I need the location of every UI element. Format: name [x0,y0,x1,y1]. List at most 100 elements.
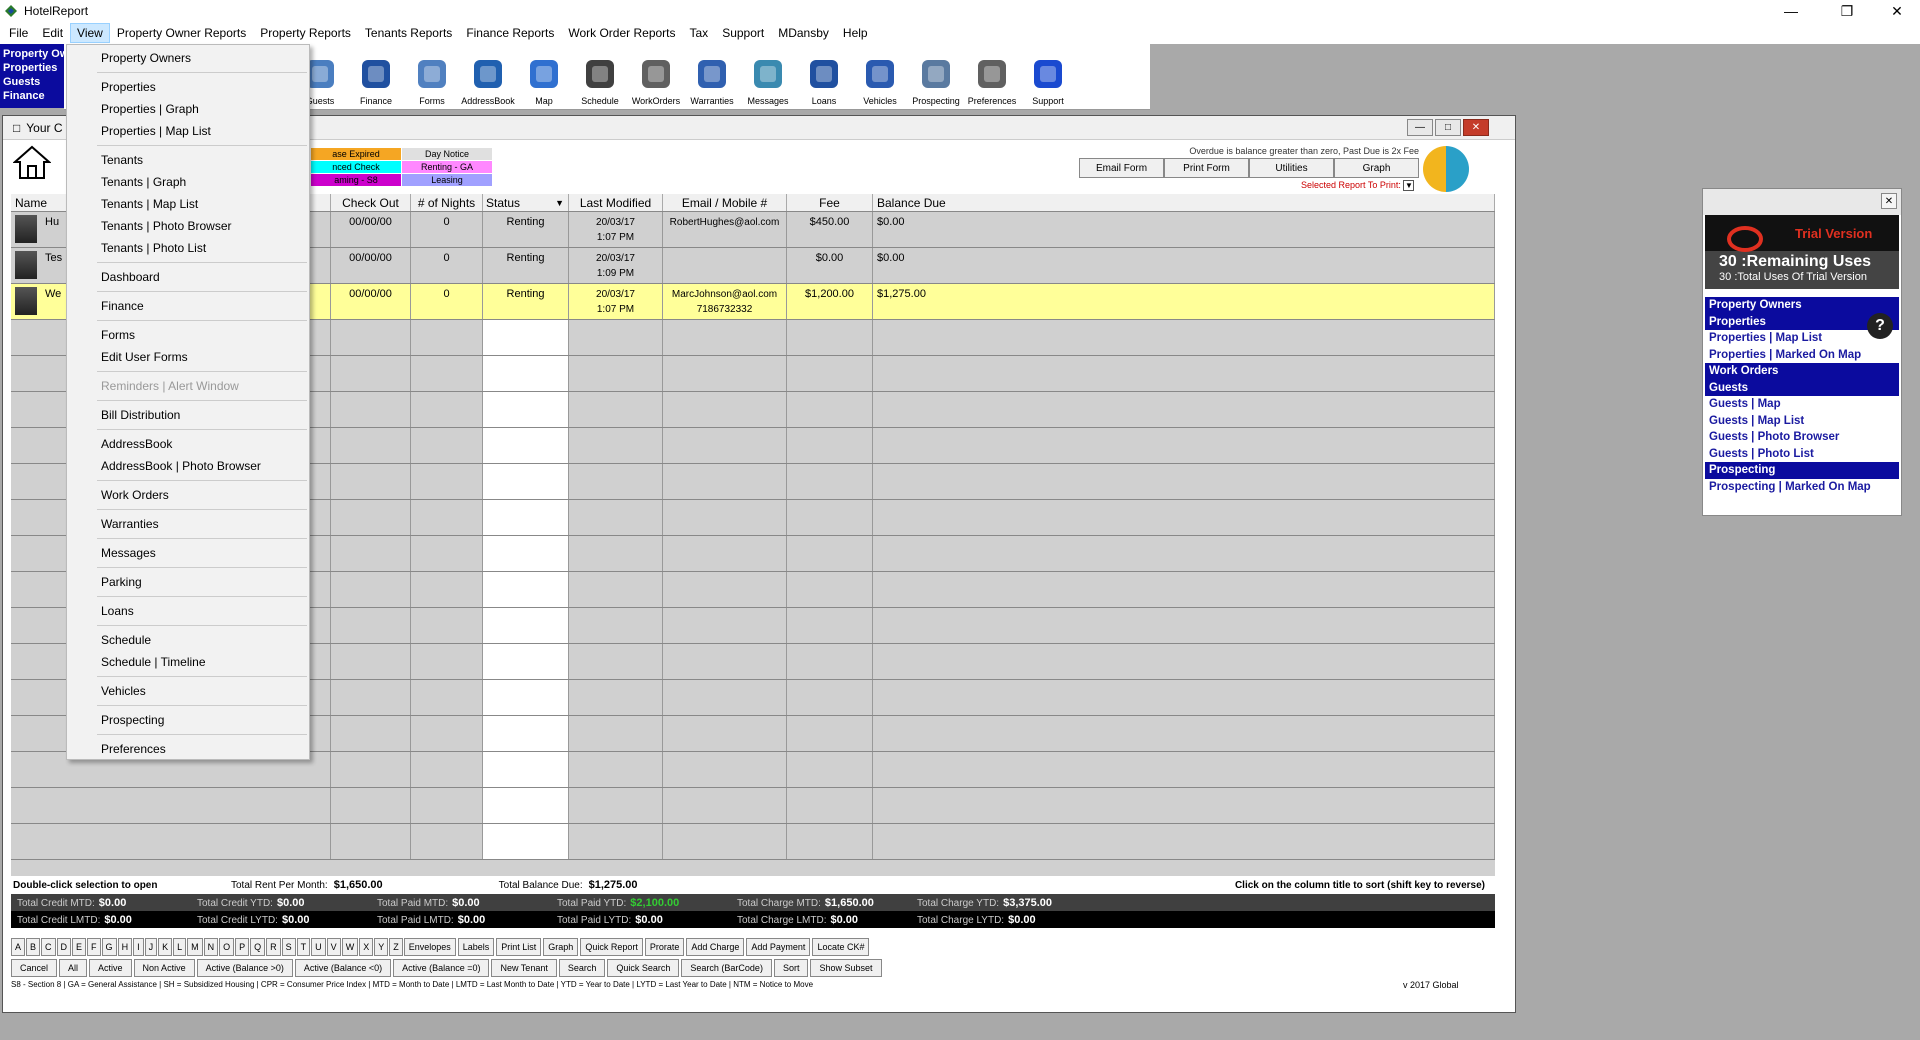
trial-link-guests-map-list[interactable]: Guests | Map List [1705,413,1899,430]
menu-property-reports[interactable]: Property Reports [253,23,358,43]
toolbar-prospecting-button[interactable]: Prospecting [908,47,964,109]
col-header-email[interactable]: Email / Mobile # [663,194,787,211]
toolbar-finance-button[interactable]: Finance [348,47,404,109]
col-header-nights[interactable]: # of Nights [411,194,483,211]
restore-icon[interactable]: ❐ [1824,0,1870,22]
active-balance-0-button[interactable]: Active (Balance >0) [196,959,293,977]
view-menu-vehicles[interactable]: Vehicles [67,680,309,702]
col-header-status[interactable]: Status ▼ [483,194,569,211]
inner-restore-icon[interactable]: □ [1435,119,1461,136]
menu-mdansby[interactable]: MDansby [771,23,836,43]
trial-link-guests-photo-browser[interactable]: Guests | Photo Browser [1705,429,1899,446]
view-menu-tenants-graph[interactable]: Tenants | Graph [67,171,309,193]
quick-search-button[interactable]: Quick Search [607,959,680,977]
alpha-b-button[interactable]: B [26,938,41,956]
view-menu-parking[interactable]: Parking [67,571,309,593]
alpha-r-button[interactable]: R [266,938,281,956]
view-menu-dashboard[interactable]: Dashboard [67,266,309,288]
view-menu-properties[interactable]: Properties [67,76,309,98]
non-active-button[interactable]: Non Active [133,959,195,977]
view-menu-addressbook[interactable]: AddressBook [67,433,309,455]
alpha-s-button[interactable]: S [281,938,296,956]
email-form-button[interactable]: Email Form [1079,158,1164,178]
toolbar-map-button[interactable]: Map [516,47,572,109]
toolbar-forms-button[interactable]: Forms [404,47,460,109]
view-menu-properties-map-list[interactable]: Properties | Map List [67,120,309,142]
menu-support[interactable]: Support [715,23,771,43]
trial-link-guests-map[interactable]: Guests | Map [1705,396,1899,413]
alpha-o-button[interactable]: O [219,938,235,956]
active-balance-0-button[interactable]: Active (Balance <0) [294,959,392,977]
view-menu-bill-distribution[interactable]: Bill Distribution [67,404,309,426]
all-button[interactable]: All [59,959,88,977]
view-menu-schedule[interactable]: Schedule [67,629,309,651]
alpha-v-button[interactable]: V [326,938,341,956]
alpha-y-button[interactable]: Y [374,938,389,956]
alpha-n-button[interactable]: N [203,938,219,956]
menu-help[interactable]: Help [836,23,875,43]
view-menu-warranties[interactable]: Warranties [67,513,309,535]
report-dropdown-icon[interactable]: ▼ [1403,180,1415,191]
view-menu-work-orders[interactable]: Work Orders [67,484,309,506]
alpha-j-button[interactable]: J [144,938,158,956]
close-icon[interactable]: ✕ [1874,0,1920,22]
view-menu-finance[interactable]: Finance [67,295,309,317]
menu-view[interactable]: View [70,23,110,43]
inner-minimize-icon[interactable]: — [1407,119,1433,136]
help-icon[interactable]: ? [1867,313,1893,339]
print-form-button[interactable]: Print Form [1164,158,1249,178]
toolbar-messages-button[interactable]: Messages [740,47,796,109]
toolbar-vehicles-button[interactable]: Vehicles [852,47,908,109]
inner-close-icon[interactable]: ✕ [1463,119,1489,136]
view-menu-messages[interactable]: Messages [67,542,309,564]
view-menu-loans[interactable]: Loans [67,600,309,622]
view-menu-tenants-map-list[interactable]: Tenants | Map List [67,193,309,215]
col-header-balance[interactable]: Balance Due [873,194,1495,211]
alpha-h-button[interactable]: H [117,938,133,956]
active-button[interactable]: Active [89,959,132,977]
menu-tenants-reports[interactable]: Tenants Reports [358,23,459,43]
view-menu-property-owners[interactable]: Property Owners [67,47,309,69]
search-button[interactable]: Search [558,959,606,977]
view-menu-edit-user-forms[interactable]: Edit User Forms [67,346,309,368]
add-payment-button[interactable]: Add Payment [746,938,811,956]
view-menu-forms[interactable]: Forms [67,324,309,346]
col-header-checkout[interactable]: Check Out [331,194,411,211]
graph-button[interactable]: Graph [1334,158,1419,178]
view-menu-tenants-photo-list[interactable]: Tenants | Photo List [67,237,309,259]
leftnav-item-finance[interactable]: Finance [3,89,61,103]
alpha-q-button[interactable]: Q [250,938,266,956]
alpha-a-button[interactable]: A [11,938,26,956]
minimize-icon[interactable]: — [1768,0,1814,22]
view-menu-properties-graph[interactable]: Properties | Graph [67,98,309,120]
menu-tax[interactable]: Tax [683,23,716,43]
toolbar-preferences-button[interactable]: Preferences [964,47,1020,109]
add-charge-button[interactable]: Add Charge [686,938,745,956]
menu-work-order-reports[interactable]: Work Order Reports [561,23,682,43]
menu-property-owner-reports[interactable]: Property Owner Reports [110,23,253,43]
status-dropdown-icon[interactable]: ▼ [555,194,564,211]
trial-link-properties-marked-on-map[interactable]: Properties | Marked On Map [1705,347,1899,364]
view-menu-tenants[interactable]: Tenants [67,149,309,171]
col-header-modified[interactable]: Last Modified [569,194,663,211]
utilities-button[interactable]: Utilities [1249,158,1334,178]
alpha-d-button[interactable]: D [56,938,72,956]
alpha-m-button[interactable]: M [187,938,203,956]
alpha-e-button[interactable]: E [72,938,87,956]
view-menu-tenants-photo-browser[interactable]: Tenants | Photo Browser [67,215,309,237]
home-icon[interactable] [13,144,51,180]
alpha-k-button[interactable]: K [158,938,173,956]
graph-button[interactable]: Graph [543,938,579,956]
col-header-fee[interactable]: Fee [787,194,873,211]
view-menu-schedule-timeline[interactable]: Schedule | Timeline [67,651,309,673]
view-menu-addressbook-photo-browser[interactable]: AddressBook | Photo Browser [67,455,309,477]
toolbar-addressbook-button[interactable]: AddressBook [460,47,516,109]
menu-finance-reports[interactable]: Finance Reports [459,23,561,43]
alpha-p-button[interactable]: P [235,938,250,956]
trial-link-prospecting[interactable]: Prospecting [1705,462,1899,479]
view-menu-prospecting[interactable]: Prospecting [67,709,309,731]
alpha-c-button[interactable]: C [41,938,56,956]
leftnav-item-property-ow[interactable]: Property Ow [3,47,64,61]
search-barcode-button[interactable]: Search (BarCode) [681,959,772,977]
alpha-g-button[interactable]: G [101,938,117,956]
